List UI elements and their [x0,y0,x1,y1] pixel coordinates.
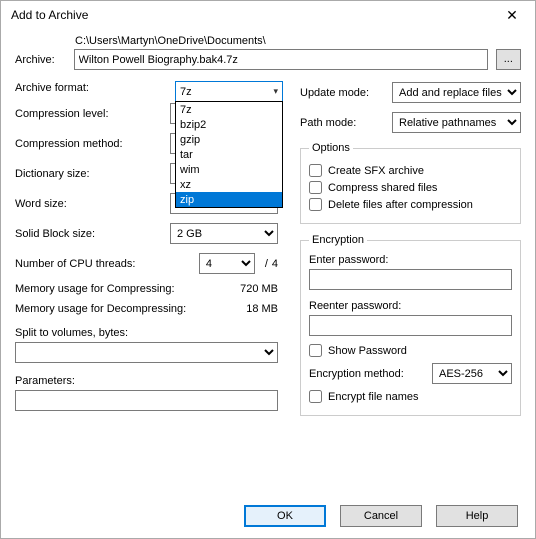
enc-names-label: Encrypt file names [328,391,418,403]
sfx-label: Create SFX archive [328,165,424,177]
format-selected: 7z [180,86,192,98]
format-option-bzip2[interactable]: bzip2 [176,117,282,132]
help-button[interactable]: Help [436,505,518,527]
cancel-button[interactable]: Cancel [340,505,422,527]
mem-decomp-value: 18 MB [246,303,278,315]
showpw-checkbox[interactable] [309,344,322,357]
dict-label: Dictionary size: [15,168,170,180]
reenter-pw-label: Reenter password: [309,300,512,312]
mem-decomp-label: Memory usage for Decompressing: [15,303,186,315]
enter-pw-input[interactable] [309,269,512,290]
sfx-checkbox[interactable] [309,164,322,177]
split-combo[interactable] [15,342,278,363]
enter-pw-label: Enter password: [309,254,512,266]
encryption-group: Encryption Enter password: Reenter passw… [300,234,521,416]
encryption-legend: Encryption [309,234,367,246]
options-legend: Options [309,142,353,154]
archive-label: Archive: [15,54,74,66]
format-option-xz[interactable]: xz [176,177,282,192]
delete-label: Delete files after compression [328,199,473,211]
chevron-down-icon: ▾ [273,86,278,97]
path-select[interactable]: Relative pathnames [392,112,521,133]
param-label: Parameters: [15,375,278,387]
block-label: Solid Block size: [15,228,170,240]
threads-label: Number of CPU threads: [15,258,199,270]
enc-names-checkbox[interactable] [309,390,322,403]
enc-method-select[interactable]: AES-256 [432,363,512,384]
shared-checkbox[interactable] [309,181,322,194]
format-option-7z[interactable]: 7z [176,102,282,117]
level-label: Compression level: [15,108,170,120]
archive-path: C:\Users\Martyn\OneDrive\Documents\ [75,35,521,47]
showpw-label: Show Password [328,345,407,357]
browse-button[interactable]: ... [496,49,521,70]
threads-select[interactable]: 4 [199,253,255,274]
format-option-zip[interactable]: zip [176,192,282,207]
archive-name-input[interactable] [74,49,488,70]
block-select[interactable]: 2 GB [170,223,278,244]
format-dropdown[interactable]: 7z ▾ 7zbzip2gziptarwimxzzip [175,81,283,208]
mem-comp-label: Memory usage for Compressing: [15,283,175,295]
format-label: Archive format: [15,82,170,94]
shared-label: Compress shared files [328,182,437,194]
mem-comp-value: 720 MB [240,283,278,295]
delete-checkbox[interactable] [309,198,322,211]
ok-button[interactable]: OK [244,505,326,527]
threads-max: 4 [272,258,278,270]
window-title: Add to Archive [11,8,88,22]
format-option-tar[interactable]: tar [176,147,282,162]
reenter-pw-input[interactable] [309,315,512,336]
enc-method-label: Encryption method: [309,368,426,380]
method-label: Compression method: [15,138,170,150]
format-option-gzip[interactable]: gzip [176,132,282,147]
update-select[interactable]: Add and replace files [392,82,521,103]
path-label: Path mode: [300,117,384,129]
threads-sep: / [265,258,268,270]
word-label: Word size: [15,198,170,210]
format-option-wim[interactable]: wim [176,162,282,177]
update-label: Update mode: [300,87,384,99]
options-group: Options Create SFX archive Compress shar… [300,142,521,224]
param-input[interactable] [15,390,278,411]
split-label: Split to volumes, bytes: [15,327,278,339]
close-icon[interactable]: ✕ [497,7,527,24]
